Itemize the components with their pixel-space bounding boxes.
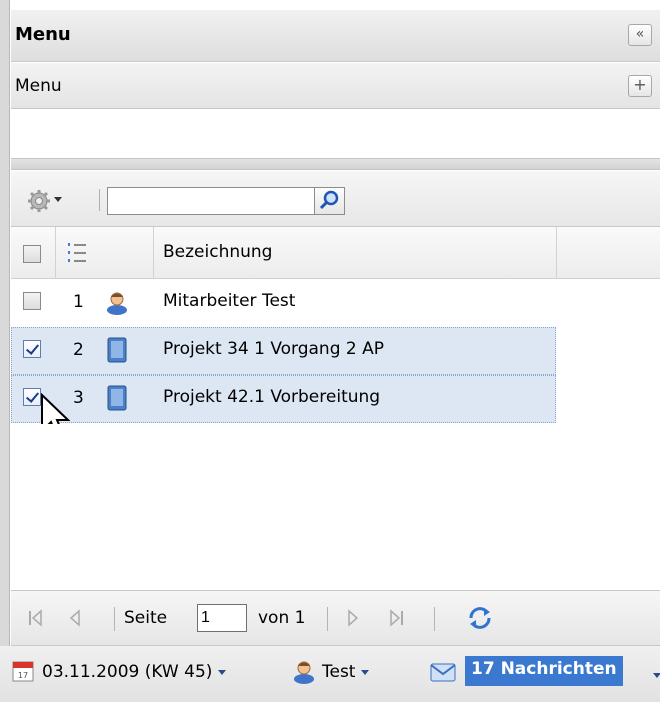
user-selector[interactable]: Test [322, 662, 369, 682]
gear-icon[interactable] [27, 189, 51, 213]
panel-title: Menu [15, 24, 71, 45]
plus-icon: + [633, 75, 647, 94]
window-left-border [0, 0, 10, 702]
date-label: 03.11.2009 (KW 45) [42, 662, 213, 682]
menu-section-body [11, 110, 660, 160]
column-divider [55, 227, 56, 279]
table-row[interactable]: 2 Projekt 34 1 Vorgang 2 AP [11, 327, 556, 375]
page-count-label: von 1 [258, 608, 306, 628]
svg-text:17: 17 [18, 671, 28, 680]
mail-icon [430, 663, 456, 682]
double-chevron-left-icon: « [635, 26, 645, 42]
splitter[interactable] [11, 158, 660, 170]
toolbar-divider [99, 189, 100, 211]
column-divider [153, 227, 154, 279]
menu-section-header[interactable]: Menu + [11, 63, 660, 109]
collapse-panel-button[interactable]: « [628, 24, 652, 46]
project-book-icon [107, 337, 127, 363]
expand-section-button[interactable]: + [628, 75, 652, 97]
project-book-icon [107, 385, 127, 411]
page-number-input[interactable] [197, 604, 247, 632]
row-label: Projekt 42.1 Vorbereitung [163, 387, 381, 407]
row-label: Mitarbeiter Test [163, 291, 296, 311]
row-checkbox[interactable] [23, 292, 41, 310]
chevron-down-icon[interactable] [54, 197, 62, 202]
user-label: Test [322, 662, 356, 682]
row-label: Projekt 34 1 Vorgang 2 AP [163, 339, 384, 359]
row-number: 1 [73, 292, 84, 312]
window-top-edge [0, 0, 660, 10]
chevron-down-icon[interactable] [653, 673, 660, 678]
calendar-icon: 17 [12, 661, 34, 682]
magnifier-icon [319, 190, 339, 210]
column-divider [556, 227, 557, 279]
page-label: Seite [124, 608, 168, 628]
person-icon [294, 661, 314, 684]
row-number: 3 [73, 388, 84, 408]
pager-divider [114, 607, 115, 631]
status-bar: 17 03.11.2009 (KW 45) Test 17 Nachrichte… [0, 646, 660, 702]
column-header-bezeichnung[interactable]: Bezeichnung [163, 242, 272, 262]
pagination-bar: Seite von 1 [11, 590, 660, 646]
date-selector[interactable]: 03.11.2009 (KW 45) [42, 662, 226, 682]
pager-divider [327, 607, 328, 631]
messages-button[interactable]: 17 Nachrichten [465, 656, 623, 686]
table-row[interactable]: 3 Projekt 42.1 Vorbereitung [11, 375, 556, 423]
pager-divider [434, 607, 435, 631]
menu-section-title: Menu [15, 76, 62, 96]
next-page-icon[interactable] [347, 609, 361, 627]
messages-label: 17 Nachrichten [471, 659, 617, 679]
row-checkbox[interactable] [23, 388, 41, 406]
grid-empty-area [11, 424, 660, 590]
person-icon [107, 292, 127, 315]
refresh-icon[interactable] [467, 605, 493, 631]
table-row[interactable]: 1 Mitarbeiter Test [11, 279, 556, 327]
grid-toolbar [11, 171, 660, 227]
chevron-down-icon [360, 669, 369, 675]
grid-header: Bezeichnung [11, 227, 660, 279]
last-page-icon[interactable] [389, 609, 405, 627]
previous-page-icon[interactable] [67, 609, 81, 627]
row-checkbox[interactable] [23, 340, 41, 358]
select-all-checkbox[interactable] [23, 245, 41, 263]
row-number: 2 [73, 340, 84, 360]
numbered-list-icon[interactable] [67, 242, 87, 264]
panel-header: Menu « [11, 10, 660, 62]
search-input[interactable] [107, 187, 315, 215]
chevron-down-icon [217, 669, 226, 675]
search-button[interactable] [315, 187, 345, 215]
first-page-icon[interactable] [27, 609, 43, 627]
